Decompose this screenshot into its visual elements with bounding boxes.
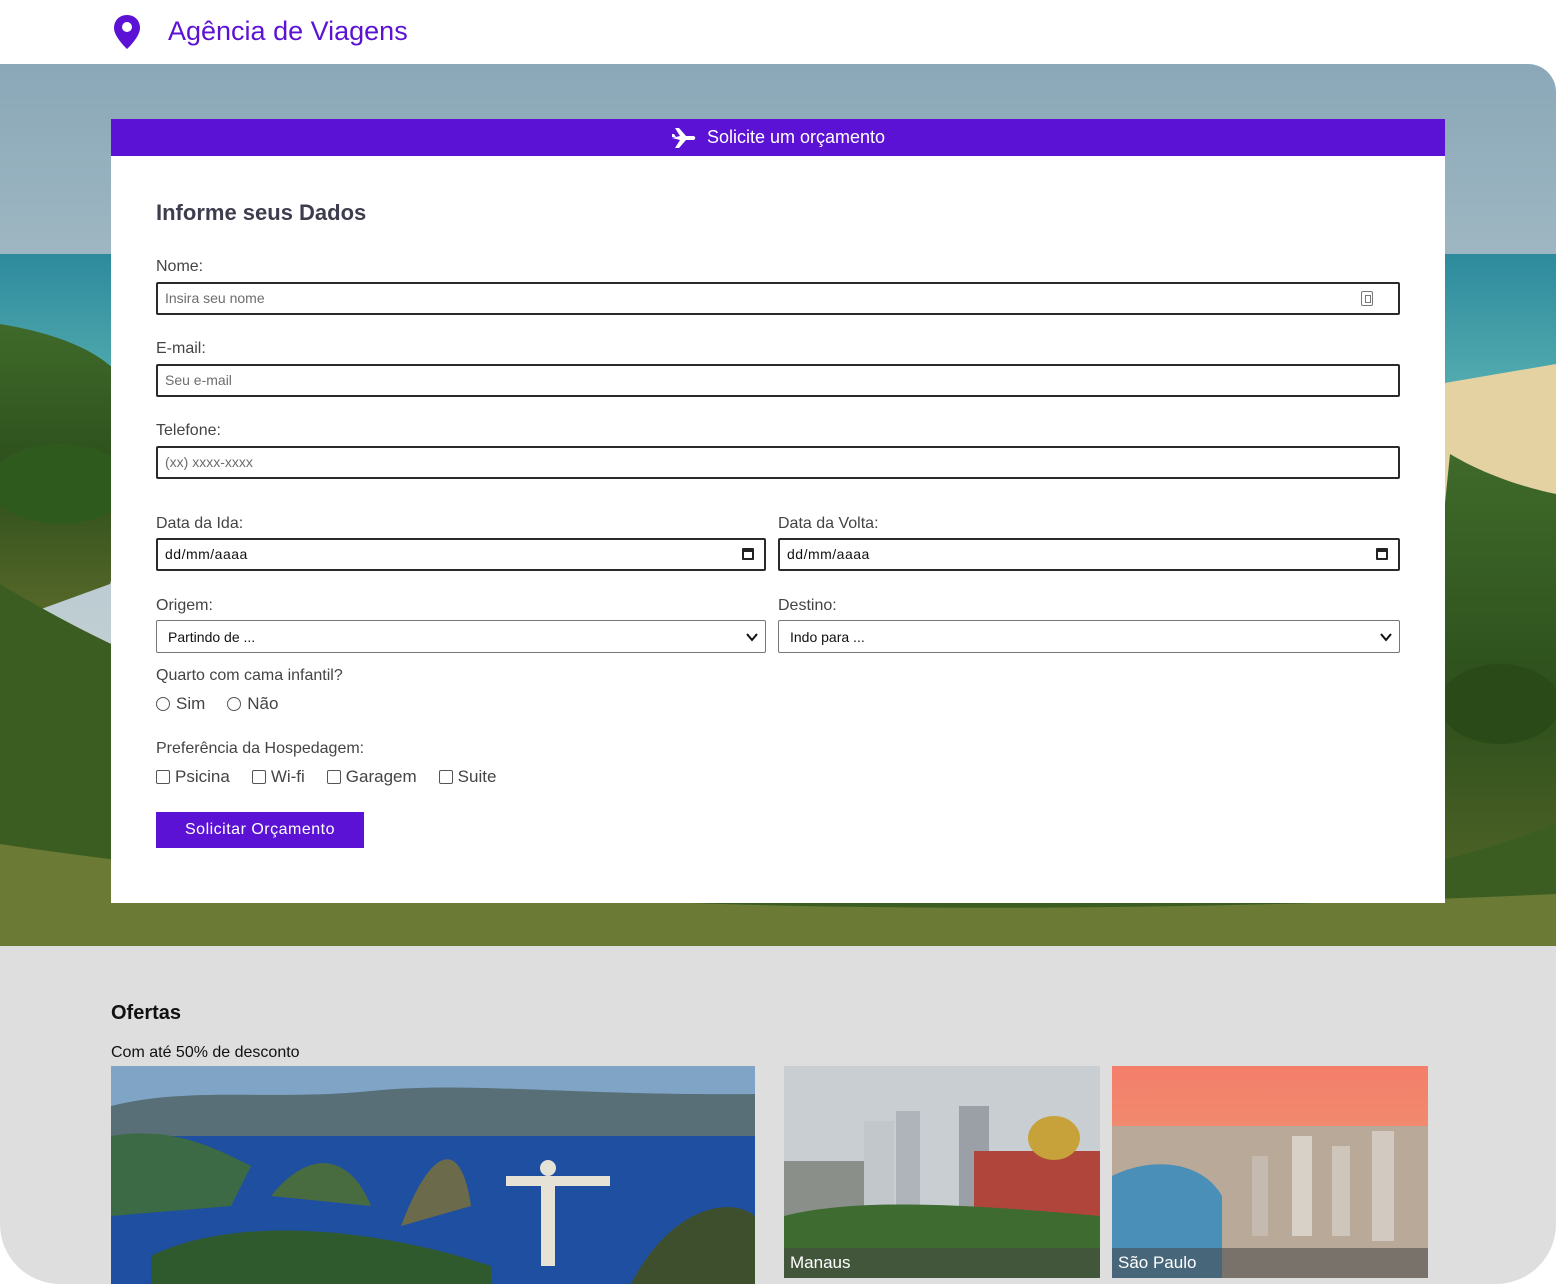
- offers-title: Ofertas: [111, 1002, 182, 1024]
- departure-date-label: Data da Ida:: [156, 515, 244, 532]
- offer-caption: São Paulo: [1112, 1248, 1428, 1278]
- preferences-label: Preferência da Hospedagem:: [156, 740, 365, 757]
- crib-question: Quarto com cama infantil?: [156, 667, 343, 684]
- submit-quote-button[interactable]: Solicitar Orçamento: [156, 812, 364, 848]
- radio-button[interactable]: [156, 697, 170, 711]
- radio-button[interactable]: [227, 697, 242, 711]
- section-title: Informe seus Dados: [156, 200, 367, 225]
- calendar-icon[interactable]: [1376, 548, 1388, 560]
- page: Agência de Viagens Solicite um orçamento…: [0, 0, 1556, 1284]
- contact-card-icon[interactable]: [1361, 291, 1373, 306]
- origin-label: Origem:: [156, 597, 213, 614]
- email-input[interactable]: Seu e-mail: [156, 364, 1400, 397]
- name-input[interactable]: Insira seu nome: [156, 282, 1400, 315]
- pref-wifi[interactable]: Wi-fi: [251, 767, 305, 787]
- map-pin-icon: [114, 15, 140, 49]
- offers-subtitle: Com até 50% de desconto: [111, 1044, 300, 1061]
- offer-card-sao-paulo[interactable]: São Paulo: [1112, 1066, 1428, 1278]
- departure-date-input[interactable]: dd/mm/aaaa: [156, 538, 766, 571]
- manaus-photo: [784, 1066, 1100, 1278]
- name-label: Nome:: [156, 258, 204, 275]
- sao-paulo-photo: [1112, 1066, 1428, 1278]
- destination-select[interactable]: Indo para ...: [778, 620, 1400, 653]
- pref-psicina[interactable]: Psicina: [156, 767, 230, 787]
- crib-option-nao[interactable]: Não: [227, 694, 278, 714]
- offers-section: Ofertas Com até 50% de desconto Manaus S…: [0, 946, 1556, 1284]
- email-label: E-mail:: [156, 340, 206, 357]
- checkbox[interactable]: [438, 770, 453, 784]
- crib-option-sim[interactable]: Sim: [156, 694, 205, 714]
- phone-input[interactable]: (xx) xxxx-xxxx: [156, 446, 1400, 479]
- checkbox[interactable]: [326, 770, 341, 784]
- checkbox[interactable]: [156, 770, 170, 784]
- preferences-options: Psicina Wi-fi Garagem Suite: [156, 767, 518, 787]
- quote-form-card: Solicite um orçamento Informe seus Dados…: [111, 119, 1445, 903]
- pref-garagem[interactable]: Garagem: [326, 767, 417, 787]
- checkbox-label: Garagem: [345, 767, 417, 786]
- chevron-down-icon: [746, 633, 758, 642]
- offer-card-rio[interactable]: [111, 1066, 755, 1284]
- return-date-label: Data da Volta:: [778, 515, 879, 532]
- destination-selected: Indo para ...: [790, 629, 865, 645]
- phone-label: Telefone:: [156, 422, 221, 439]
- checkbox-label: Wi-fi: [270, 767, 305, 786]
- email-placeholder: Seu e-mail: [165, 372, 232, 388]
- checkbox-label: Suite: [457, 767, 497, 786]
- radio-label: Não: [247, 694, 279, 713]
- calendar-icon[interactable]: [742, 548, 754, 560]
- airplane-icon: [671, 127, 696, 148]
- origin-select[interactable]: Partindo de ...: [156, 620, 766, 653]
- return-date-input[interactable]: dd/mm/aaaa: [778, 538, 1400, 571]
- brand-title[interactable]: Agência de Viagens: [168, 16, 408, 47]
- quote-form-header: Solicite um orçamento: [111, 119, 1445, 156]
- offer-caption: Manaus: [784, 1248, 1100, 1278]
- radio-label: Sim: [176, 694, 206, 713]
- departure-date-value: dd/mm/aaaa: [165, 546, 248, 562]
- quote-form-title: Solicite um orçamento: [706, 127, 886, 147]
- checkbox[interactable]: [251, 770, 266, 784]
- destination-label: Destino:: [778, 597, 837, 614]
- return-date-value: dd/mm/aaaa: [787, 546, 870, 562]
- phone-placeholder: (xx) xxxx-xxxx: [165, 454, 253, 470]
- checkbox-label: Psicina: [175, 767, 230, 786]
- rio-photo: [111, 1066, 755, 1284]
- offer-card-manaus[interactable]: Manaus: [784, 1066, 1100, 1278]
- chevron-down-icon: [1380, 633, 1392, 642]
- pref-suite[interactable]: Suite: [438, 767, 497, 787]
- name-placeholder: Insira seu nome: [165, 290, 265, 306]
- crib-options: Sim Não: [156, 694, 300, 714]
- header: Agência de Viagens: [0, 0, 1556, 64]
- origin-selected: Partindo de ...: [168, 629, 256, 645]
